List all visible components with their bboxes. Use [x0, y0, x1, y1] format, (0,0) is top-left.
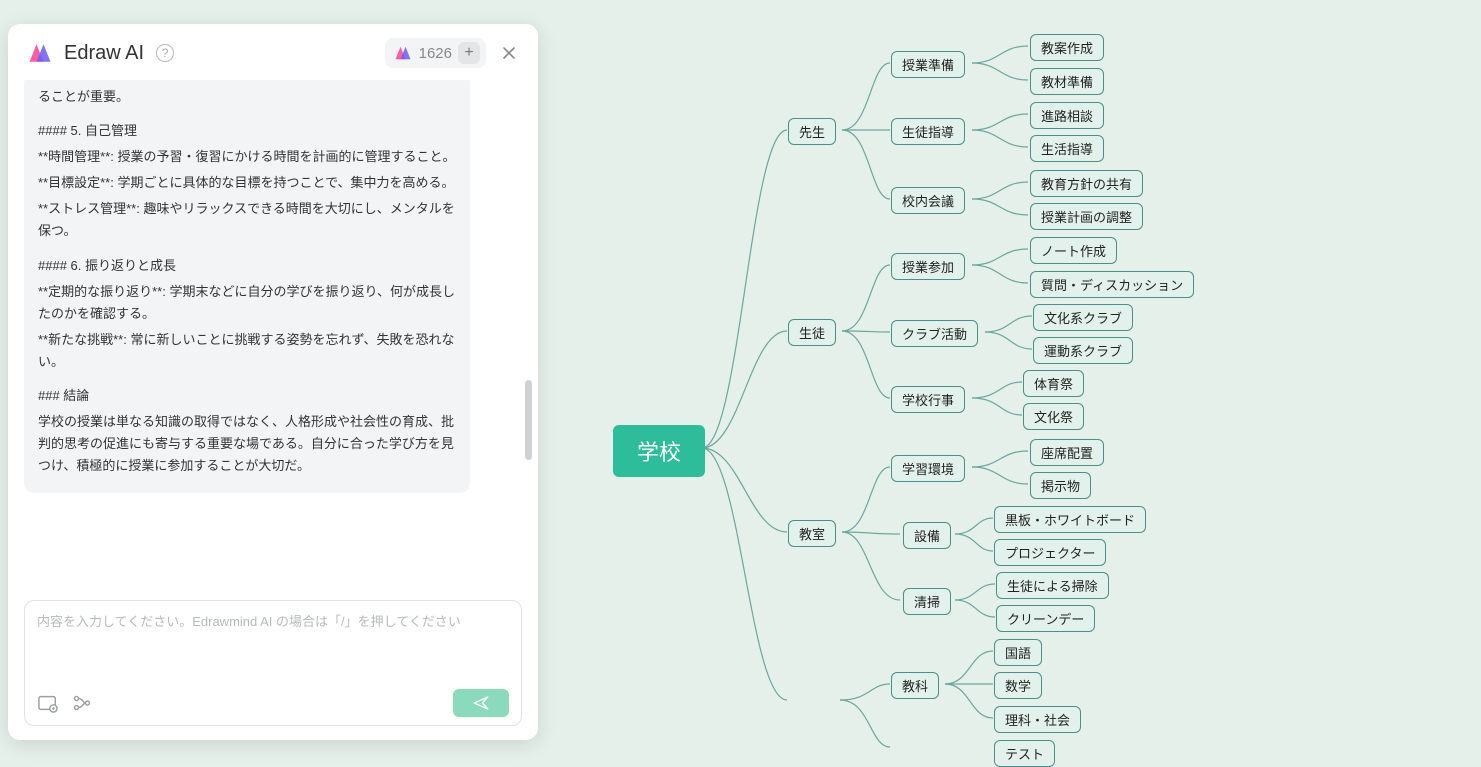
ai-message-bubble: ることが重要。 #### 5. 自己管理 **時間管理**: 授業の予習・復習に… [24, 80, 470, 493]
text-line: **目標設定**: 学期ごとに具体的な目標を持つことで、集中力を高める。 [38, 172, 456, 194]
node-kokuban[interactable]: 黒板・ホワイトボード [994, 506, 1146, 533]
node-undoukei[interactable]: 運動系クラブ [1033, 337, 1133, 364]
edraw-logo-icon [26, 39, 54, 67]
node-shitsumon[interactable]: 質問・ディスカッション [1030, 271, 1194, 298]
text-heading: ### 結論 [38, 385, 456, 407]
help-icon[interactable]: ? [156, 44, 174, 62]
ai-panel: Edraw AI ? 1626 + ることが重要。 #### 5. 自己管理 *… [8, 24, 538, 740]
mindmap-icon[interactable] [71, 692, 93, 714]
node-setsubi[interactable]: 設備 [903, 522, 951, 549]
node-gakushuu[interactable]: 学習環境 [891, 455, 965, 482]
token-balance: 1626 + [385, 38, 486, 68]
token-logo-icon [393, 43, 413, 63]
node-club[interactable]: クラブ活動 [891, 320, 978, 347]
node-sensei[interactable]: 先生 [788, 118, 836, 145]
panel-header: Edraw AI ? 1626 + [8, 24, 538, 80]
node-zaseki[interactable]: 座席配置 [1030, 439, 1104, 466]
send-button[interactable] [453, 689, 509, 717]
node-kyoushitsu[interactable]: 教室 [788, 520, 836, 547]
text-line: ることが重要。 [38, 86, 456, 108]
node-shinro[interactable]: 進路相談 [1030, 102, 1104, 129]
text-line: **定期的な振り返り**: 学期末などに自分の学びを振り返り、何が成長したのかを… [38, 281, 456, 325]
node-bunkakei[interactable]: 文化系クラブ [1033, 304, 1133, 331]
text-line: **新たな挑戦**: 常に新しいことに挑戦する姿勢を忘れず、失敗を恐れない。 [38, 329, 456, 373]
node-taiikusai[interactable]: 体育祭 [1023, 370, 1084, 397]
node-kokugo[interactable]: 国語 [994, 639, 1042, 666]
node-seikatsu[interactable]: 生活指導 [1030, 135, 1104, 162]
node-gakkougyouji[interactable]: 学校行事 [891, 386, 965, 413]
text-line: **時間管理**: 授業の予習・復習にかける時間を計画的に管理すること。 [38, 146, 456, 168]
node-bunkasai[interactable]: 文化祭 [1023, 403, 1084, 430]
node-seito[interactable]: 生徒 [788, 319, 836, 346]
chat-scroll-area[interactable]: ることが重要。 #### 5. 自己管理 **時間管理**: 授業の予習・復習に… [8, 80, 538, 588]
node-seitosouji[interactable]: 生徒による掃除 [996, 572, 1109, 599]
node-kyouan[interactable]: 教案作成 [1030, 34, 1104, 61]
node-test[interactable]: テスト [994, 740, 1055, 767]
node-note[interactable]: ノート作成 [1030, 237, 1117, 264]
mindmap-root-node[interactable]: 学校 [613, 425, 705, 477]
node-kyouka[interactable]: 教科 [891, 672, 939, 699]
node-keiji[interactable]: 掲示物 [1030, 472, 1091, 499]
add-tokens-button[interactable]: + [458, 42, 480, 64]
scrollbar-thumb[interactable] [525, 380, 532, 460]
text-heading: #### 6. 振り返りと成長 [38, 255, 456, 277]
node-suugaku[interactable]: 数学 [994, 672, 1042, 699]
text-line: 学校の授業は単なる知識の取得ではなく、人格形成や社会性の育成、批判的思考の促進に… [38, 411, 456, 477]
close-icon[interactable] [498, 42, 520, 64]
node-rikashakai[interactable]: 理科・社会 [994, 706, 1081, 733]
node-jugyoujunbi[interactable]: 授業準備 [891, 51, 965, 78]
text-heading: #### 5. 自己管理 [38, 120, 456, 142]
node-kyouikuhoushin[interactable]: 教育方針の共有 [1030, 170, 1143, 197]
node-kounaikaigi[interactable]: 校内会議 [891, 187, 965, 214]
node-projector[interactable]: プロジェクター [994, 539, 1106, 566]
input-area [24, 600, 522, 726]
node-seisou[interactable]: 清掃 [903, 588, 951, 615]
panel-title: Edraw AI [64, 42, 144, 65]
prompt-input[interactable] [37, 611, 509, 683]
node-jugyousanka[interactable]: 授業参加 [891, 253, 965, 280]
node-cleanday[interactable]: クリーンデー [996, 605, 1095, 632]
node-jugyoukeikaku[interactable]: 授業計画の調整 [1030, 203, 1143, 230]
text-line: **ストレス管理**: 趣味やリラックスできる時間を大切にし、メンタルを保つ。 [38, 198, 456, 242]
token-count: 1626 [419, 45, 452, 62]
node-seitoshidou[interactable]: 生徒指導 [891, 118, 965, 145]
node-kyouzai[interactable]: 教材準備 [1030, 68, 1104, 95]
insert-card-icon[interactable] [37, 692, 59, 714]
